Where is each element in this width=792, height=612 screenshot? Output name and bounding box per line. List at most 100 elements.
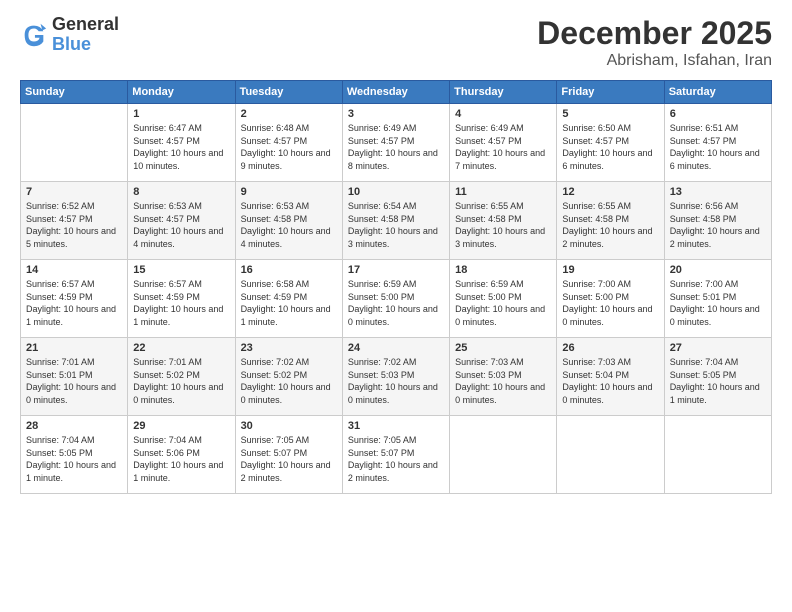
day-info: Sunrise: 6:59 AM Sunset: 5:00 PM Dayligh… [348, 278, 444, 328]
day-info: Sunrise: 6:50 AM Sunset: 4:57 PM Dayligh… [562, 122, 658, 172]
table-row: 10 Sunrise: 6:54 AM Sunset: 4:58 PM Dayli… [342, 182, 449, 260]
day-number: 10 [348, 186, 444, 198]
logo-icon [20, 21, 48, 49]
header-tuesday: Tuesday [235, 81, 342, 104]
day-number: 23 [241, 342, 337, 354]
table-row: 18 Sunrise: 6:59 AM Sunset: 5:00 PM Dayli… [450, 260, 557, 338]
day-info: Sunrise: 6:52 AM Sunset: 4:57 PM Dayligh… [26, 200, 122, 250]
day-info: Sunrise: 6:57 AM Sunset: 4:59 PM Dayligh… [26, 278, 122, 328]
day-info: Sunrise: 6:49 AM Sunset: 4:57 PM Dayligh… [455, 122, 551, 172]
table-row: 14 Sunrise: 6:57 AM Sunset: 4:59 PM Dayli… [21, 260, 128, 338]
day-number: 8 [133, 186, 229, 198]
table-row: 4 Sunrise: 6:49 AM Sunset: 4:57 PM Daylig… [450, 104, 557, 182]
calendar-page: General Blue December 2025 Abrisham, Isf… [0, 0, 792, 612]
day-number: 17 [348, 264, 444, 276]
table-row: 13 Sunrise: 6:56 AM Sunset: 4:58 PM Dayli… [664, 182, 771, 260]
day-number: 7 [26, 186, 122, 198]
day-info: Sunrise: 7:04 AM Sunset: 5:05 PM Dayligh… [26, 434, 122, 484]
day-info: Sunrise: 6:55 AM Sunset: 4:58 PM Dayligh… [562, 200, 658, 250]
day-number: 28 [26, 420, 122, 432]
day-number: 5 [562, 108, 658, 120]
logo-line1: General [52, 15, 119, 35]
table-row: 3Sunrise: 6:49 AM Sunset: 4:57 PM Daylig… [342, 104, 449, 182]
month-title: December 2025 [537, 15, 772, 52]
day-number: 4 [455, 108, 551, 120]
calendar-week-row: 28 Sunrise: 7:04 AM Sunset: 5:05 PM Dayli… [21, 416, 772, 494]
header: General Blue December 2025 Abrisham, Isf… [20, 15, 772, 70]
header-saturday: Saturday [664, 81, 771, 104]
day-info: Sunrise: 6:53 AM Sunset: 4:58 PM Dayligh… [241, 200, 337, 250]
table-row: 26 Sunrise: 7:03 AM Sunset: 5:04 PM Dayli… [557, 338, 664, 416]
day-info: Sunrise: 6:47 AM Sunset: 4:57 PM Dayligh… [133, 122, 229, 172]
day-info: Sunrise: 7:01 AM Sunset: 5:01 PM Dayligh… [26, 356, 122, 406]
table-row: 9 Sunrise: 6:53 AM Sunset: 4:58 PM Daylig… [235, 182, 342, 260]
header-sunday: Sunday [21, 81, 128, 104]
table-row: 12 Sunrise: 6:55 AM Sunset: 4:58 PM Dayli… [557, 182, 664, 260]
day-info: Sunrise: 6:59 AM Sunset: 5:00 PM Dayligh… [455, 278, 551, 328]
day-info: Sunrise: 7:05 AM Sunset: 5:07 PM Dayligh… [241, 434, 337, 484]
table-row: 19Sunrise: 7:00 AM Sunset: 5:00 PM Dayli… [557, 260, 664, 338]
table-row [21, 104, 128, 182]
table-row: 31 Sunrise: 7:05 AM Sunset: 5:07 PM Dayli… [342, 416, 449, 494]
table-row: 24 Sunrise: 7:02 AM Sunset: 5:03 PM Dayli… [342, 338, 449, 416]
day-info: Sunrise: 6:55 AM Sunset: 4:58 PM Dayligh… [455, 200, 551, 250]
table-row: 15Sunrise: 6:57 AM Sunset: 4:59 PM Dayli… [128, 260, 235, 338]
day-number: 13 [670, 186, 766, 198]
day-number: 9 [241, 186, 337, 198]
day-info: Sunrise: 7:02 AM Sunset: 5:03 PM Dayligh… [348, 356, 444, 406]
table-row: 22Sunrise: 7:01 AM Sunset: 5:02 PM Dayli… [128, 338, 235, 416]
day-info: Sunrise: 6:54 AM Sunset: 4:58 PM Dayligh… [348, 200, 444, 250]
table-row [450, 416, 557, 494]
day-info: Sunrise: 7:03 AM Sunset: 5:03 PM Dayligh… [455, 356, 551, 406]
table-row: 27Sunrise: 7:04 AM Sunset: 5:05 PM Dayli… [664, 338, 771, 416]
table-row: 25 Sunrise: 7:03 AM Sunset: 5:03 PM Dayli… [450, 338, 557, 416]
day-number: 14 [26, 264, 122, 276]
table-row: 30 Sunrise: 7:05 AM Sunset: 5:07 PM Dayli… [235, 416, 342, 494]
day-number: 22 [133, 342, 229, 354]
table-row: 1Sunrise: 6:47 AM Sunset: 4:57 PM Daylig… [128, 104, 235, 182]
header-monday: Monday [128, 81, 235, 104]
day-number: 24 [348, 342, 444, 354]
table-row [664, 416, 771, 494]
table-row: 21 Sunrise: 7:01 AM Sunset: 5:01 PM Dayli… [21, 338, 128, 416]
day-info: Sunrise: 6:49 AM Sunset: 4:57 PM Dayligh… [348, 122, 444, 172]
day-number: 27 [670, 342, 766, 354]
table-row: 23 Sunrise: 7:02 AM Sunset: 5:02 PM Dayli… [235, 338, 342, 416]
day-info: Sunrise: 7:05 AM Sunset: 5:07 PM Dayligh… [348, 434, 444, 484]
day-number: 25 [455, 342, 551, 354]
calendar-week-row: 1Sunrise: 6:47 AM Sunset: 4:57 PM Daylig… [21, 104, 772, 182]
table-row: 5 Sunrise: 6:50 AM Sunset: 4:57 PM Daylig… [557, 104, 664, 182]
table-row: 6Sunrise: 6:51 AM Sunset: 4:57 PM Daylig… [664, 104, 771, 182]
location-subtitle: Abrisham, Isfahan, Iran [537, 52, 772, 70]
day-number: 12 [562, 186, 658, 198]
day-number: 26 [562, 342, 658, 354]
table-row [557, 416, 664, 494]
table-row: 20 Sunrise: 7:00 AM Sunset: 5:01 PM Dayli… [664, 260, 771, 338]
day-info: Sunrise: 6:56 AM Sunset: 4:58 PM Dayligh… [670, 200, 766, 250]
day-info: Sunrise: 6:48 AM Sunset: 4:57 PM Dayligh… [241, 122, 337, 172]
day-number: 20 [670, 264, 766, 276]
day-number: 16 [241, 264, 337, 276]
day-info: Sunrise: 7:03 AM Sunset: 5:04 PM Dayligh… [562, 356, 658, 406]
day-number: 21 [26, 342, 122, 354]
table-row: 29Sunrise: 7:04 AM Sunset: 5:06 PM Dayli… [128, 416, 235, 494]
day-number: 18 [455, 264, 551, 276]
title-block: December 2025 Abrisham, Isfahan, Iran [537, 15, 772, 70]
table-row: 28 Sunrise: 7:04 AM Sunset: 5:05 PM Dayli… [21, 416, 128, 494]
calendar-week-row: 7 Sunrise: 6:52 AM Sunset: 4:57 PM Daylig… [21, 182, 772, 260]
logo: General Blue [20, 15, 119, 55]
day-info: Sunrise: 7:00 AM Sunset: 5:01 PM Dayligh… [670, 278, 766, 328]
day-info: Sunrise: 7:02 AM Sunset: 5:02 PM Dayligh… [241, 356, 337, 406]
logo-line2: Blue [52, 34, 91, 54]
day-number: 29 [133, 420, 229, 432]
day-number: 15 [133, 264, 229, 276]
day-number: 30 [241, 420, 337, 432]
day-info: Sunrise: 6:58 AM Sunset: 4:59 PM Dayligh… [241, 278, 337, 328]
day-number: 31 [348, 420, 444, 432]
weekday-header-row: Sunday Monday Tuesday Wednesday Thursday… [21, 81, 772, 104]
header-thursday: Thursday [450, 81, 557, 104]
calendar-table: Sunday Monday Tuesday Wednesday Thursday… [20, 80, 772, 494]
table-row: 16 Sunrise: 6:58 AM Sunset: 4:59 PM Dayli… [235, 260, 342, 338]
table-row: 2Sunrise: 6:48 AM Sunset: 4:57 PM Daylig… [235, 104, 342, 182]
table-row: 17 Sunrise: 6:59 AM Sunset: 5:00 PM Dayli… [342, 260, 449, 338]
